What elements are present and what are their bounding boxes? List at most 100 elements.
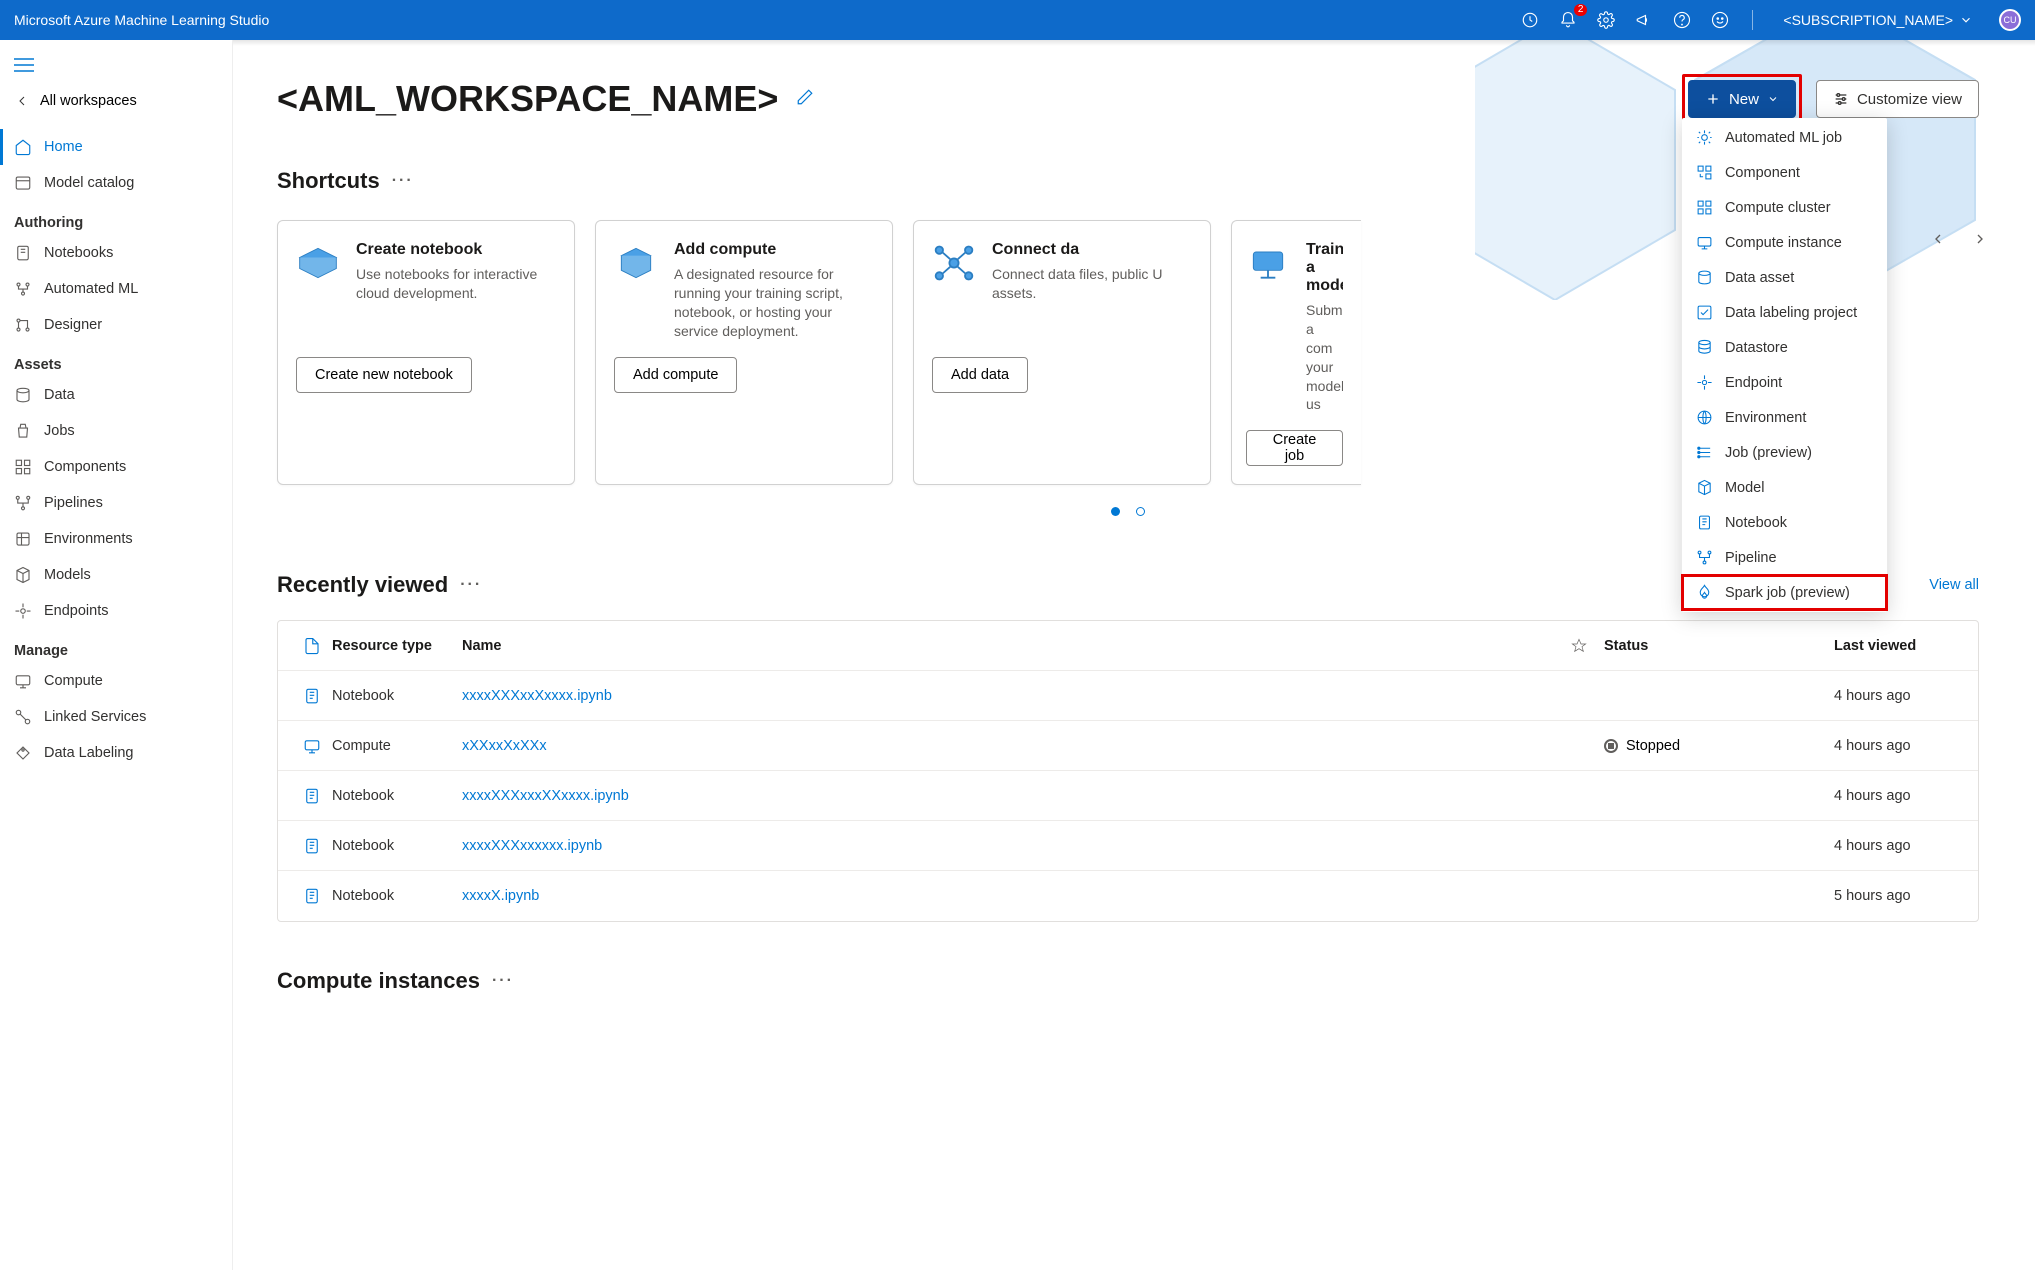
new-menu-item[interactable]: Automated ML job	[1682, 120, 1887, 155]
view-all-link[interactable]: View all	[1929, 577, 1979, 593]
sidebar-item-compute[interactable]: Compute	[0, 663, 232, 699]
sidebar-item-data[interactable]: Data	[0, 377, 232, 413]
clock-icon[interactable]	[1520, 10, 1540, 30]
card-action-button[interactable]: Add compute	[614, 357, 737, 393]
shortcut-card: Train a mode Submit a com your model us …	[1231, 220, 1361, 485]
topbar-icons: 2 <SUBSCRIPTION_NAME> CU	[1520, 9, 2021, 31]
row-type-icon	[292, 787, 332, 805]
sidebar-item-home[interactable]: Home	[0, 129, 232, 165]
main-area: <AML_WORKSPACE_NAME> New Automated ML jo…	[233, 40, 2035, 1270]
sidebar-item-environments[interactable]: Environments	[0, 521, 232, 557]
card-icon	[932, 241, 976, 285]
sidebar: All workspaces Home Model catalog Author…	[0, 40, 233, 1270]
page-title: <AML_WORKSPACE_NAME>	[277, 78, 778, 120]
row-resource-type: Notebook	[332, 888, 462, 904]
next-arrow-icon[interactable]	[1965, 224, 1995, 254]
customize-view-button[interactable]: Customize view	[1816, 80, 1979, 118]
sidebar-item-jobs[interactable]: Jobs	[0, 413, 232, 449]
sidebar-item-data-labeling[interactable]: Data Labeling	[0, 735, 232, 771]
all-workspaces-link[interactable]: All workspaces	[0, 83, 232, 119]
row-last-viewed: 5 hours ago	[1834, 888, 1964, 904]
new-menu-item[interactable]: Notebook	[1682, 505, 1887, 540]
card-title: Connect da	[992, 241, 1192, 259]
more-icon[interactable]: ···	[460, 576, 482, 594]
row-resource-type: Notebook	[332, 838, 462, 854]
card-title: Train a mode	[1306, 241, 1343, 295]
sidebar-item-designer[interactable]: Designer	[0, 307, 232, 343]
table-row[interactable]: Notebook xxxxX.ipynb 5 hours ago	[278, 871, 1978, 921]
card-action-button[interactable]: Create new notebook	[296, 357, 472, 393]
shortcut-card: Connect da Connect data files, public U …	[913, 220, 1211, 485]
pager-dot[interactable]	[1136, 507, 1145, 516]
sidebar-heading-assets: Assets	[0, 343, 232, 377]
row-name-link[interactable]: xxxxXXXxxxXXxxxx.ipynb	[462, 788, 1554, 804]
sidebar-item-linked-services[interactable]: Linked Services	[0, 699, 232, 735]
edit-title-icon[interactable]	[796, 88, 814, 111]
gear-icon[interactable]	[1596, 10, 1616, 30]
table-row[interactable]: Notebook xxxxXXXxxxXXxxxx.ipynb 4 hours …	[278, 771, 1978, 821]
shortcuts-heading: Shortcuts ···	[277, 168, 1979, 194]
table-row[interactable]: Notebook xxxxXXXxxXxxxx.ipynb 4 hours ag…	[278, 671, 1978, 721]
stopped-icon	[1604, 739, 1618, 753]
carousel-arrows	[1923, 224, 1995, 254]
row-last-viewed: 4 hours ago	[1834, 688, 1964, 704]
sidebar-item-pipelines[interactable]: Pipelines	[0, 485, 232, 521]
shortcut-cards-row: Create notebook Use notebooks for intera…	[277, 220, 1979, 485]
row-name-link[interactable]: xXXxxXxXXx	[462, 738, 1554, 754]
card-desc: Submit a com your model us	[1306, 301, 1343, 414]
sidebar-item-components[interactable]: Components	[0, 449, 232, 485]
card-title: Add compute	[674, 241, 874, 259]
favorite-icon	[1554, 638, 1604, 654]
shortcut-card: Create notebook Use notebooks for intera…	[277, 220, 575, 485]
hamburger-icon[interactable]	[0, 52, 232, 83]
card-action-button[interactable]: Add data	[932, 357, 1028, 393]
user-avatar[interactable]: CU	[1999, 9, 2021, 31]
row-name-link[interactable]: xxxxX.ipynb	[462, 888, 1554, 904]
recently-viewed-heading: Recently viewed ···	[277, 572, 482, 598]
row-name-link[interactable]: xxxxXXXxxxxxx.ipynb	[462, 838, 1554, 854]
table-header: Resource type Name Status Last viewed	[278, 621, 1978, 671]
new-menu-item[interactable]: Pipeline	[1682, 540, 1887, 575]
table-row[interactable]: Compute xXXxxXxXXx Stopped 4 hours ago	[278, 721, 1978, 771]
subscription-selector[interactable]: <SUBSCRIPTION_NAME>	[1775, 12, 1981, 28]
card-title: Create notebook	[356, 241, 556, 259]
notification-badge: 2	[1574, 4, 1588, 16]
bell-icon[interactable]: 2	[1558, 10, 1578, 30]
new-menu-item[interactable]: Spark job (preview)	[1682, 575, 1887, 610]
sidebar-item-models[interactable]: Models	[0, 557, 232, 593]
more-icon[interactable]: ···	[492, 972, 514, 990]
row-type-icon	[292, 837, 332, 855]
table-row[interactable]: Notebook xxxxXXXxxxxxx.ipynb 4 hours ago	[278, 821, 1978, 871]
row-last-viewed: 4 hours ago	[1834, 838, 1964, 854]
megaphone-icon[interactable]	[1634, 10, 1654, 30]
subscription-name: <SUBSCRIPTION_NAME>	[1783, 12, 1953, 28]
sidebar-heading-authoring: Authoring	[0, 201, 232, 235]
row-resource-type: Notebook	[332, 688, 462, 704]
pager-dot-active[interactable]	[1111, 507, 1120, 516]
row-type-icon	[292, 887, 332, 905]
card-desc: A designated resource for running your t…	[674, 265, 874, 341]
help-icon[interactable]	[1672, 10, 1692, 30]
row-type-icon	[292, 737, 332, 755]
row-name-link[interactable]: xxxxXXXxxXxxxx.ipynb	[462, 688, 1554, 704]
row-last-viewed: 4 hours ago	[1834, 788, 1964, 804]
sidebar-item-notebooks[interactable]: Notebooks	[0, 235, 232, 271]
brand-title: Microsoft Azure Machine Learning Studio	[14, 12, 1520, 28]
prev-arrow-icon[interactable]	[1923, 224, 1953, 254]
new-button[interactable]: New	[1688, 80, 1796, 118]
topbar: Microsoft Azure Machine Learning Studio …	[0, 0, 2035, 40]
feedback-icon[interactable]	[1710, 10, 1730, 30]
card-action-button[interactable]: Create job	[1246, 430, 1343, 466]
row-resource-type: Compute	[332, 738, 462, 754]
recently-viewed-table: Resource type Name Status Last viewed No…	[277, 620, 1979, 922]
card-icon	[1246, 241, 1290, 285]
card-icon	[296, 241, 340, 285]
more-icon[interactable]: ···	[392, 172, 414, 190]
sidebar-item-endpoints[interactable]: Endpoints	[0, 593, 232, 629]
row-last-viewed: 4 hours ago	[1834, 738, 1964, 754]
card-desc: Use notebooks for interactive cloud deve…	[356, 265, 556, 303]
sidebar-heading-manage: Manage	[0, 629, 232, 663]
row-resource-type: Notebook	[332, 788, 462, 804]
sidebar-item-automated-ml[interactable]: Automated ML	[0, 271, 232, 307]
sidebar-item-model-catalog[interactable]: Model catalog	[0, 165, 232, 201]
